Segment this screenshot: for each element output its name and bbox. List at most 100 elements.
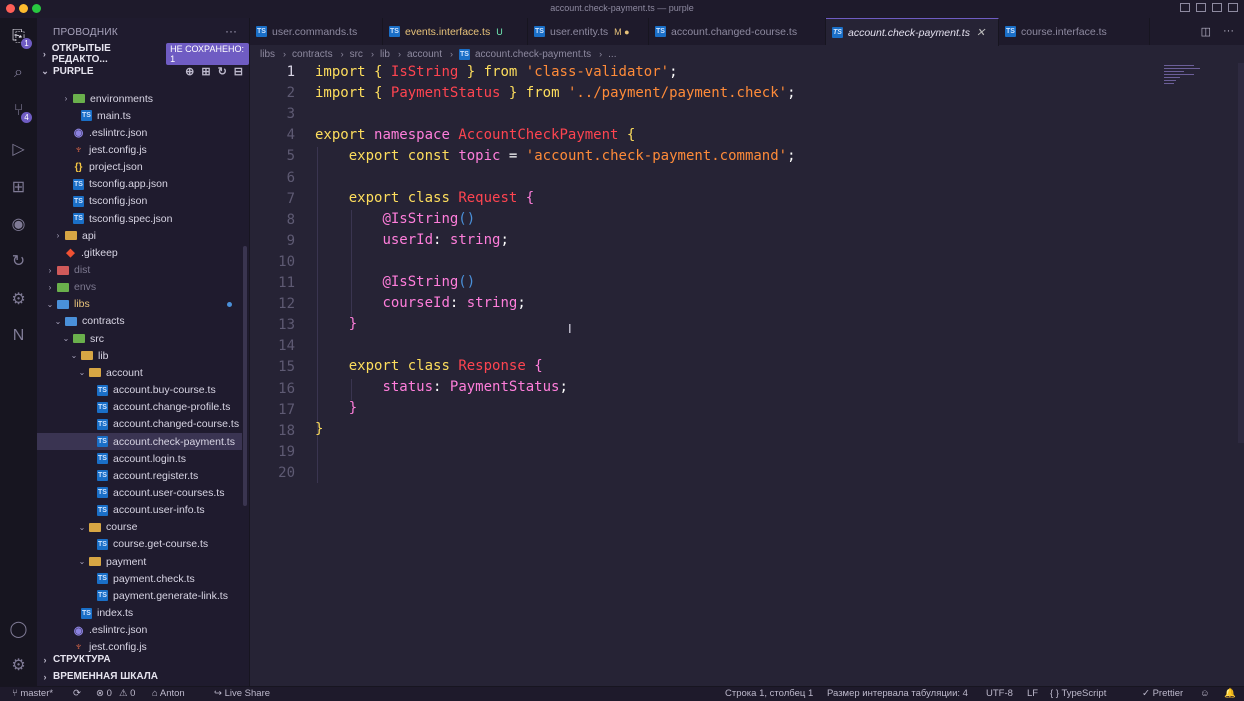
tree-file[interactable]: ◆ .gitkeep: [37, 244, 242, 261]
tree-file[interactable]: TS account.check-payment.ts: [37, 433, 242, 450]
typescript-file-icon: TS: [97, 504, 108, 516]
more-actions-icon[interactable]: ···: [225, 24, 237, 38]
tree-file[interactable]: {} project.json: [37, 159, 242, 176]
folder-icon: [81, 351, 93, 361]
tree-file[interactable]: ◉ .eslintrc.json: [37, 124, 242, 141]
breadcrumb-item[interactable]: src: [350, 49, 363, 60]
cursor-position[interactable]: Строка 1, столбец 1: [725, 688, 813, 699]
tree-file[interactable]: TS tsconfig.spec.json: [37, 210, 242, 227]
breadcrumb-item[interactable]: contracts: [292, 49, 333, 60]
refresh-icon[interactable]: ↻: [218, 65, 227, 78]
tree-file[interactable]: TS account.user-courses.ts: [37, 484, 242, 501]
tree-file[interactable]: TS tsconfig.json: [37, 193, 242, 210]
tree-file[interactable]: TS index.ts: [37, 605, 242, 622]
breadcrumb-item[interactable]: libs: [260, 49, 275, 60]
more-actions-icon[interactable]: ···: [1223, 25, 1234, 38]
tree-file[interactable]: TS account.user-info.ts: [37, 502, 242, 519]
workspace-section[interactable]: ⌄ PURPLE ⊕ ⊞ ↻ ⊟: [37, 63, 249, 80]
nx-icon[interactable]: N: [8, 325, 29, 346]
editor-scrollbar[interactable]: [1238, 63, 1244, 443]
tab-course-interface[interactable]: TS course.interface.ts: [999, 18, 1150, 45]
manage-gear-icon[interactable]: ⚙: [8, 654, 29, 675]
indent-size[interactable]: Размер интервала табуляции: 4: [827, 688, 968, 699]
tab-user-commands[interactable]: TS user.commands.ts: [250, 18, 383, 45]
tab-account-changed-course[interactable]: TS account.changed-course.ts: [649, 18, 826, 45]
customize-layout-icon[interactable]: [1228, 3, 1238, 12]
timeline-section[interactable]: › ВРЕМЕННАЯ ШКАЛА: [37, 668, 249, 685]
breadcrumb-item[interactable]: account: [407, 49, 442, 60]
tree-folder[interactable]: › api: [37, 227, 242, 244]
settings-sync-icon[interactable]: ⚙: [8, 288, 29, 309]
github-icon[interactable]: ◉: [8, 213, 29, 234]
tree-file[interactable]: TS tsconfig.app.json: [37, 176, 242, 193]
feedback-icon[interactable]: ☺: [1200, 688, 1210, 699]
tree-folder[interactable]: › envs: [37, 279, 242, 296]
tab-events-interface[interactable]: TS events.interface.ts U: [383, 18, 528, 45]
tab-user-entity[interactable]: TS user.entity.ts M ●: [528, 18, 649, 45]
errors-count[interactable]: ⊗ 0: [96, 688, 112, 699]
code-line: courseId: string;: [382, 295, 526, 311]
typescript-file-icon: TS: [97, 436, 108, 447]
code-editor[interactable]: 1 2 3 4 5 6 7 8 9 10 11 12 13 14 15 16 17 18 19 20 import {…: [250, 63, 1244, 686]
tree-folder[interactable]: ⌄ course: [37, 519, 242, 536]
tree-folder[interactable]: ⌄ lib: [37, 347, 242, 364]
branch-item[interactable]: ⑂ master*: [12, 688, 53, 699]
tree-folder[interactable]: ⌄ payment: [37, 553, 242, 570]
tree-file[interactable]: TS account.change-profile.ts: [37, 399, 242, 416]
search-icon[interactable]: ⌕: [8, 62, 29, 83]
line-number: 15: [278, 359, 295, 376]
tree-folder[interactable]: › environments: [37, 90, 242, 107]
tree-folder[interactable]: ⌄ src: [37, 330, 242, 347]
notifications-icon[interactable]: 🔔: [1224, 688, 1236, 699]
extensions-icon[interactable]: ⊞: [8, 176, 29, 197]
breadcrumb-item[interactable]: account.check-payment.ts: [475, 49, 591, 60]
breadcrumb-item[interactable]: lib: [380, 49, 390, 60]
chevron-down-icon: ⌄: [78, 522, 86, 532]
tree-file[interactable]: TS account.buy-course.ts: [37, 382, 242, 399]
tree-file[interactable]: TS payment.check.ts: [37, 570, 242, 587]
close-tab-icon[interactable]: ✕: [976, 26, 985, 39]
tree-file[interactable]: ◉ .eslintrc.json: [37, 622, 242, 639]
new-file-icon[interactable]: ⊕: [185, 65, 194, 78]
user-item[interactable]: ⌂ Anton: [152, 688, 185, 699]
new-folder-icon[interactable]: ⊞: [201, 65, 210, 78]
language-mode[interactable]: { } TypeScript: [1050, 688, 1106, 699]
tree-folder[interactable]: ⌄ contracts: [37, 313, 242, 330]
prettier-status[interactable]: ✓ Prettier: [1142, 688, 1183, 699]
run-debug-icon[interactable]: ▷: [8, 138, 29, 159]
chevron-right-icon: ›: [43, 671, 47, 682]
source-control-icon[interactable]: ⑂ 4: [8, 100, 32, 123]
toggle-sidebar-icon[interactable]: [1180, 3, 1190, 12]
tab-account-check-payment[interactable]: TS account.check-payment.ts ✕: [826, 18, 999, 46]
tree-file[interactable]: ♆ jest.config.js: [37, 141, 242, 158]
line-ending[interactable]: LF: [1027, 688, 1038, 699]
tree-file[interactable]: TS account.register.ts: [37, 467, 242, 484]
account-icon[interactable]: ◯: [8, 618, 29, 639]
live-share-item[interactable]: ↪ Live Share: [214, 688, 270, 699]
minimap[interactable]: [1164, 63, 1204, 93]
open-editors-section[interactable]: › ОТКРЫТЫЕ РЕДАКТО... НЕ СОХРАНЕНО: 1: [37, 42, 249, 65]
typescript-file-icon: TS: [534, 26, 545, 37]
sidebar-scrollbar[interactable]: [243, 246, 247, 506]
encoding[interactable]: UTF-8: [986, 688, 1013, 699]
sync-icon[interactable]: ⟳: [73, 688, 81, 699]
tree-folder[interactable]: ⌄ libs: [37, 296, 242, 313]
tree-file[interactable]: TS payment.generate-link.ts: [37, 587, 242, 604]
breadcrumb-item[interactable]: ...: [608, 49, 616, 60]
tree-item-label: dist: [74, 264, 91, 276]
remote-icon[interactable]: ↻: [8, 250, 29, 271]
split-editor-icon[interactable]: ◫: [1201, 25, 1211, 38]
tree-file[interactable]: TS course.get-course.ts: [37, 536, 242, 553]
toggle-panel-icon[interactable]: [1196, 3, 1206, 12]
tree-file[interactable]: TS main.ts: [37, 107, 242, 124]
outline-section[interactable]: › СТРУКТУРА: [37, 651, 249, 668]
tree-file[interactable]: TS account.changed-course.ts: [37, 416, 242, 433]
collapse-all-icon[interactable]: ⊟: [234, 65, 243, 78]
tree-file[interactable]: TS account.login.ts: [37, 450, 242, 467]
warnings-count[interactable]: ⚠ 0: [119, 688, 135, 699]
tree-folder[interactable]: › dist: [37, 262, 242, 279]
tree-folder[interactable]: ⌄ account: [37, 364, 242, 381]
chevron-right-icon: ›: [48, 282, 52, 292]
toggle-secondary-sidebar-icon[interactable]: [1212, 3, 1222, 12]
files-icon[interactable]: ⎘ 1: [8, 26, 32, 49]
